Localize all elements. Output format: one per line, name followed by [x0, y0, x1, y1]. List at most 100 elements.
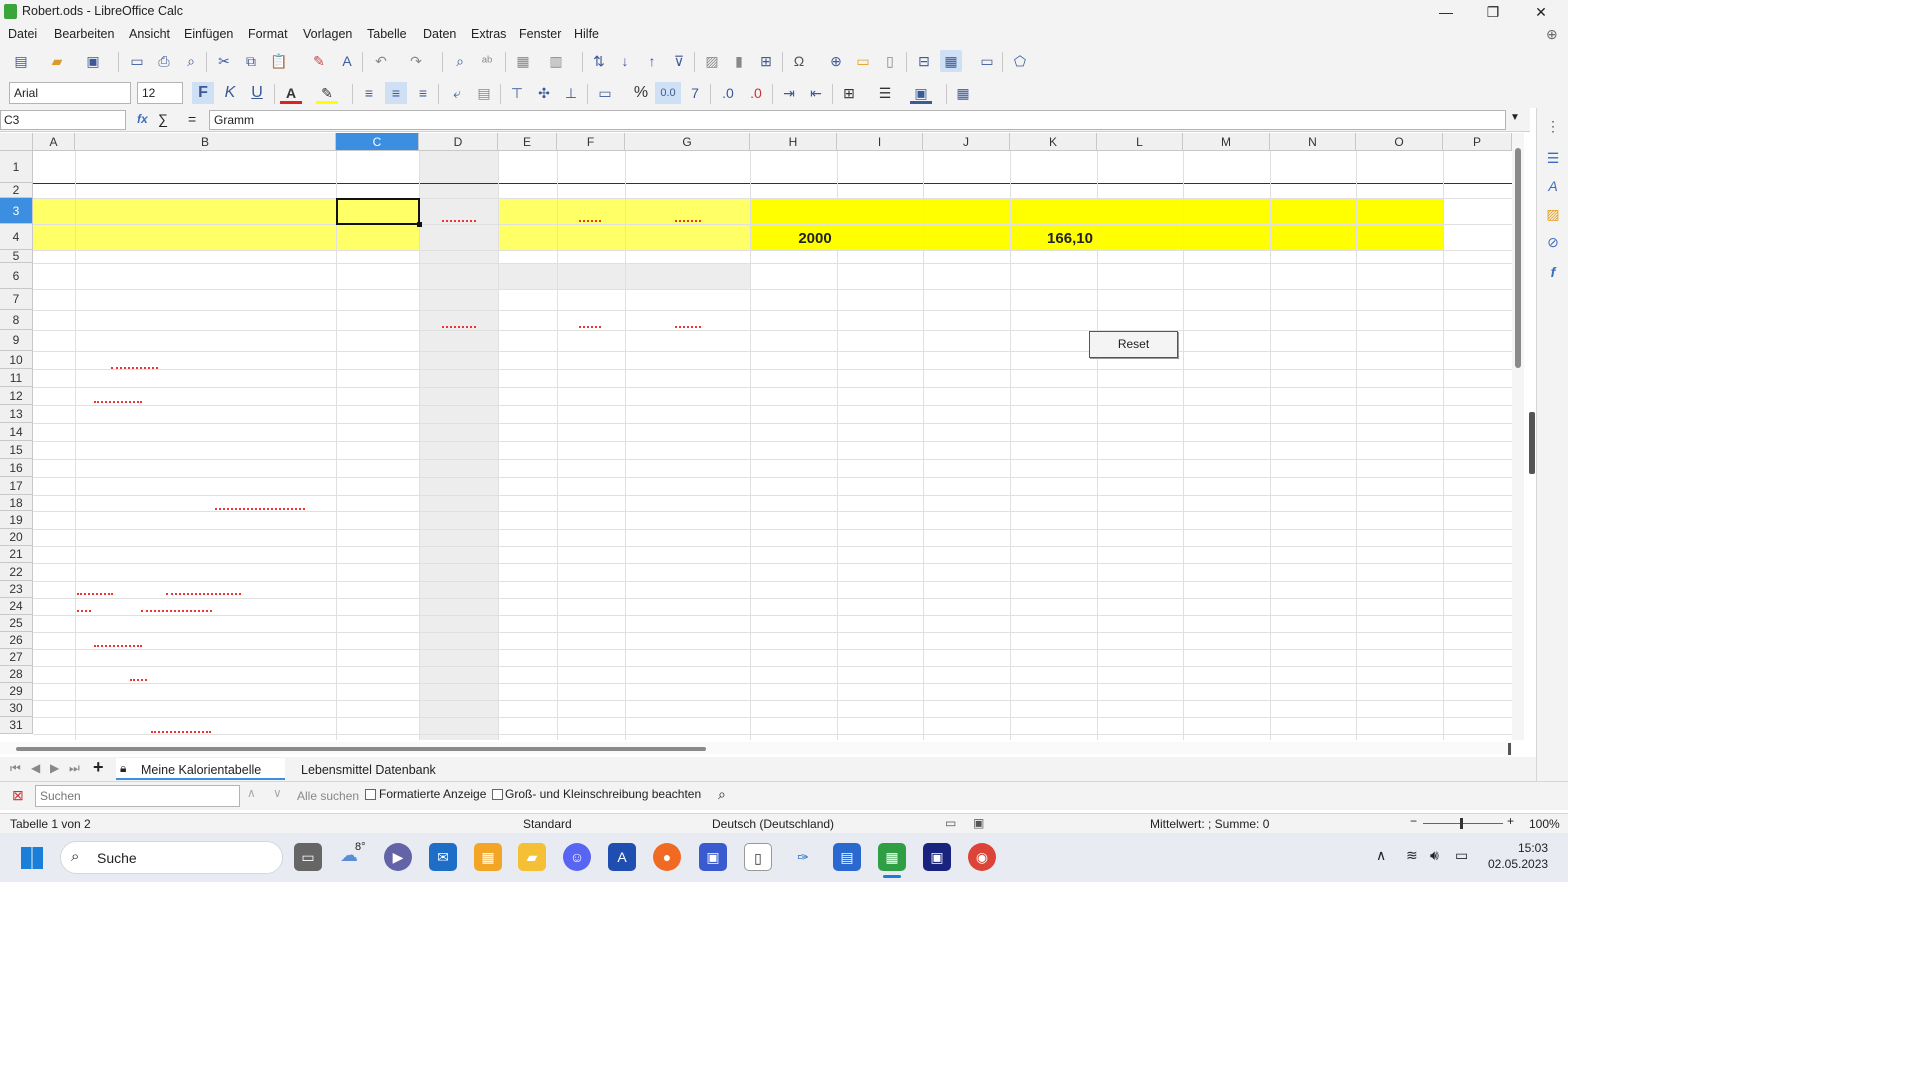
reset-button[interactable]: Reset — [1089, 331, 1178, 358]
firefox-icon[interactable]: ● — [653, 843, 681, 871]
align-right-icon[interactable]: ≡ — [412, 82, 434, 104]
clear-formatting-icon[interactable]: A — [336, 50, 358, 72]
font-color-icon[interactable]: A — [280, 82, 302, 104]
row-header-10[interactable]: 10 — [0, 351, 33, 369]
row-header-17[interactable]: 17 — [0, 477, 33, 495]
print-preview-icon[interactable]: ⌕ — [180, 50, 202, 72]
menu-datei[interactable]: Datei — [8, 27, 37, 41]
chrome-icon[interactable]: ◉ — [968, 843, 996, 871]
define-print-area-icon[interactable]: ⊟ — [913, 50, 935, 72]
row-header-9[interactable]: 9 — [0, 330, 33, 351]
close-find-icon[interactable]: ⊠ — [12, 787, 24, 804]
freeze-rows-icon[interactable]: ▦ — [940, 50, 962, 72]
formula-input[interactable]: Gramm — [209, 110, 1506, 130]
column-header-p[interactable]: P — [1443, 133, 1512, 151]
clock-time[interactable]: 15:03 — [1518, 841, 1548, 855]
menu-extras[interactable]: Extras — [471, 27, 506, 41]
selection-mode-icon[interactable]: ▭ — [945, 816, 956, 830]
bold-button[interactable]: F — [192, 82, 214, 104]
first-sheet-icon[interactable]: ⏮ — [10, 761, 21, 776]
align-left-icon[interactable]: ≡ — [358, 82, 380, 104]
row-header-3[interactable]: 3 — [0, 198, 33, 224]
styles-icon[interactable]: A — [1541, 174, 1565, 198]
image-icon[interactable]: ▨ — [701, 50, 723, 72]
comment-icon[interactable]: ▭ — [852, 50, 874, 72]
column-header-c[interactable]: C — [336, 133, 419, 151]
menu-tabelle[interactable]: Tabelle — [367, 27, 407, 41]
column-header-g[interactable]: G — [625, 133, 750, 151]
menu-einfuegen[interactable]: Einfügen — [184, 27, 233, 41]
find-previous-icon[interactable]: ∧ — [247, 786, 256, 800]
conditional-format-icon[interactable]: ▦ — [952, 82, 974, 104]
row-header-4[interactable]: 4 — [0, 224, 33, 250]
corner-select-all[interactable] — [0, 133, 33, 151]
zoom-level[interactable]: 100% — [1529, 817, 1560, 831]
column-header-b[interactable]: B — [75, 133, 336, 151]
zoom-slider[interactable] — [1423, 818, 1503, 829]
zoom-in-icon[interactable]: + — [1507, 814, 1514, 828]
draw-functions-icon[interactable]: ⬠ — [1009, 50, 1031, 72]
row-header-20[interactable]: 20 — [0, 529, 33, 546]
document-icon[interactable]: ▯ — [744, 843, 772, 871]
sort-icon[interactable]: ⇅ — [588, 50, 610, 72]
sheet-tab-lebensmittel[interactable]: Lebensmittel Datenbank — [301, 763, 436, 777]
cell-k4[interactable]: 166,10 — [1010, 230, 1130, 247]
row-header-25[interactable]: 25 — [0, 615, 33, 632]
close-button[interactable]: ✕ — [1521, 2, 1561, 22]
find-next-icon[interactable]: ∨ — [273, 786, 282, 800]
find-all-button[interactable]: Alle suchen — [297, 789, 359, 803]
align-bottom-icon[interactable]: ⊥ — [560, 82, 582, 104]
column-header-d[interactable]: D — [419, 133, 498, 151]
row-header-2[interactable]: 2 — [0, 183, 33, 198]
menu-ansicht[interactable]: Ansicht — [129, 27, 170, 41]
column-header-j[interactable]: J — [923, 133, 1010, 151]
redo-icon[interactable]: ↷ — [405, 50, 427, 72]
italic-button[interactable]: K — [219, 82, 241, 104]
previous-sheet-icon[interactable]: ◀ — [31, 761, 40, 775]
mail-icon[interactable]: ✉ — [429, 843, 457, 871]
sum-summary[interactable]: Mittelwert: ; Summe: 0 — [1150, 817, 1269, 831]
show-hidden-icons[interactable]: ∧ — [1376, 847, 1386, 864]
function-wizard-icon[interactable]: fx — [137, 112, 148, 126]
row-header-16[interactable]: 16 — [0, 459, 33, 477]
border-color-icon[interactable]: ▣ — [910, 82, 932, 104]
file-explorer-icon[interactable]: ▰ — [518, 843, 546, 871]
expand-formula-icon[interactable]: ▼ — [1510, 112, 1520, 123]
copy-icon[interactable]: ⧉ — [240, 50, 262, 72]
find-replace-icon[interactable]: ⌕ — [449, 50, 471, 72]
add-decimal-icon[interactable]: .0 — [717, 82, 739, 104]
save-icon[interactable]: ▣ — [82, 50, 104, 72]
column-icon[interactable]: ▥ — [545, 50, 567, 72]
teams-icon[interactable]: ▶ — [384, 843, 412, 871]
column-header-a[interactable]: A — [33, 133, 75, 151]
column-header-f[interactable]: F — [557, 133, 625, 151]
increase-indent-icon[interactable]: ⇥ — [778, 82, 800, 104]
row-icon[interactable]: ▦ — [512, 50, 534, 72]
row-header-1[interactable]: 1 — [0, 151, 33, 183]
active-cell-c3[interactable] — [336, 198, 420, 225]
row-header-18[interactable]: 18 — [0, 495, 33, 511]
spelling-icon[interactable]: ᵃᵇ — [476, 50, 498, 72]
underline-button[interactable]: U — [246, 82, 268, 104]
column-header-o[interactable]: O — [1356, 133, 1443, 151]
menu-fenster[interactable]: Fenster — [519, 27, 561, 41]
column-header-e[interactable]: E — [498, 133, 557, 151]
sum-icon[interactable]: ∑ — [158, 111, 168, 127]
sheet-tab-active[interactable]: 🔒︎ Meine Kalorientabelle — [116, 758, 285, 780]
formatted-display-checkbox[interactable] — [365, 789, 376, 800]
column-header-i[interactable]: I — [837, 133, 923, 151]
cell-h4[interactable]: 2000 — [750, 230, 880, 247]
center-vertically-icon[interactable]: ✣ — [533, 82, 555, 104]
row-header-22[interactable]: 22 — [0, 563, 33, 581]
row-header-14[interactable]: 14 — [0, 423, 33, 441]
autofilter-icon[interactable]: ⊽ — [668, 50, 690, 72]
task-view-icon[interactable]: ▭ — [294, 843, 322, 871]
highlight-color-icon[interactable]: ✎ — [316, 82, 338, 104]
open-icon[interactable]: ▰ — [46, 50, 68, 72]
column-header-m[interactable]: M — [1183, 133, 1270, 151]
undo-icon[interactable]: ↶ — [370, 50, 392, 72]
border-style-icon[interactable]: ☰ — [874, 82, 896, 104]
wrap-text-icon[interactable]: ⤶ — [446, 82, 468, 104]
menu-format[interactable]: Format — [248, 27, 288, 41]
sidebar-collapse-handle[interactable] — [1529, 412, 1535, 474]
